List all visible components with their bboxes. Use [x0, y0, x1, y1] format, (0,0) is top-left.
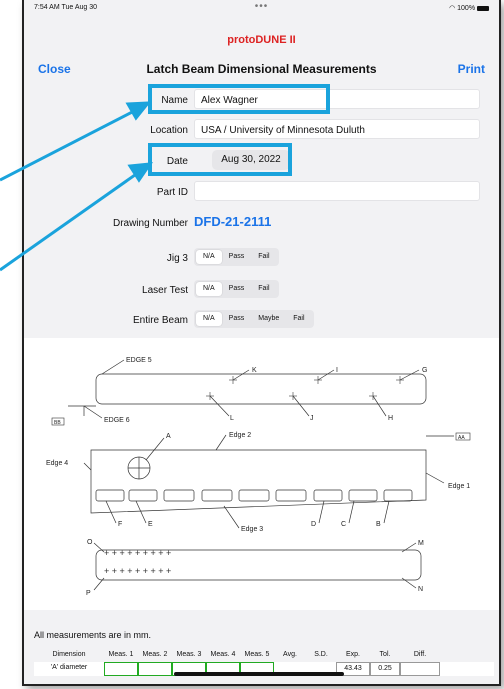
label-n: N: [418, 586, 423, 593]
entire-beam-row: Entire Beam N/A Pass Maybe Fail: [24, 309, 499, 331]
label-bb: BB: [54, 420, 61, 426]
wifi-icon: ◠: [449, 5, 458, 12]
label-k: K: [252, 367, 257, 374]
jig3-segmented-control[interactable]: N/A Pass Fail: [194, 248, 279, 266]
home-indicator[interactable]: [174, 672, 344, 676]
date-callout-box: [148, 143, 292, 176]
measurement-note: All measurements are in mm.: [34, 630, 152, 640]
label-edge3: Edge 3: [241, 526, 263, 533]
label-b: B: [376, 521, 381, 528]
label-c: C: [341, 521, 346, 528]
row-dimension: 'A' diameter: [50, 664, 88, 671]
label-f: F: [118, 521, 122, 528]
app-title: protoDUNE II: [227, 34, 296, 46]
laser-option-fail[interactable]: Fail: [251, 282, 276, 296]
meas2-input[interactable]: [138, 662, 172, 676]
jig3-label: Jig 3: [166, 253, 188, 264]
partid-label: Part ID: [156, 187, 188, 198]
name-callout-box: [148, 84, 330, 114]
battery-status: ◠ 100%: [449, 4, 489, 12]
multitasking-dots[interactable]: •••: [255, 1, 269, 12]
label-p: P: [86, 590, 91, 597]
header-sd: S.D.: [314, 651, 328, 658]
beam-technical-drawing: + + + + + + + + + + + + + + + + + + EDGE…: [24, 338, 499, 610]
label-d: D: [311, 521, 316, 528]
jig3-row: Jig 3 N/A Pass Fail: [24, 247, 499, 269]
label-e: E: [148, 521, 153, 528]
header-tol: Tol.: [379, 651, 391, 658]
entire-beam-segmented-control[interactable]: N/A Pass Maybe Fail: [194, 310, 314, 328]
beam-option-maybe[interactable]: Maybe: [251, 312, 286, 326]
partid-row: Part ID: [24, 181, 499, 203]
label-i: I: [336, 367, 338, 374]
laser-option-na[interactable]: N/A: [196, 282, 222, 296]
label-edge2: Edge 2: [229, 432, 251, 439]
jig3-option-pass[interactable]: Pass: [222, 250, 252, 264]
header-meas2: Meas. 2: [142, 651, 168, 658]
beam-option-pass[interactable]: Pass: [222, 312, 252, 326]
label-m: M: [418, 540, 424, 547]
laser-option-pass[interactable]: Pass: [222, 282, 252, 296]
drawing-number-value: DFD-21-2111: [194, 214, 272, 229]
header-exp: Exp.: [345, 651, 360, 658]
label-aa: AA: [458, 435, 465, 441]
header-meas4: Meas. 4: [210, 651, 236, 658]
laser-test-row: Laser Test N/A Pass Fail: [24, 279, 499, 301]
status-bar: 7:54 AM Tue Aug 30 ••• ◠ 100%: [24, 0, 499, 16]
print-button[interactable]: Print: [458, 62, 485, 76]
location-value: USA / University of Minnesota Duluth: [201, 125, 365, 136]
laser-test-segmented-control[interactable]: N/A Pass Fail: [194, 280, 279, 298]
drawing-svg: + + + + + + + + + + + + + + + + + + EDGE…: [46, 357, 471, 597]
label-a: A: [166, 433, 171, 440]
label-edge5: EDGE 5: [126, 357, 152, 364]
partid-field[interactable]: [194, 181, 480, 201]
table-header: Dimension Meas. 1 Meas. 2 Meas. 3 Meas. …: [34, 648, 494, 662]
header-avg: Avg.: [283, 651, 297, 658]
jig3-option-na[interactable]: N/A: [196, 250, 222, 264]
beam-option-fail[interactable]: Fail: [286, 312, 311, 326]
laser-test-label: Laser Test: [142, 285, 188, 296]
drawing-number-label: Drawing Number: [112, 218, 188, 229]
location-label: Location: [150, 125, 188, 136]
status-time: 7:54 AM Tue Aug 30: [34, 4, 98, 11]
battery-icon: [477, 5, 489, 11]
header-meas1: Meas. 1: [108, 651, 134, 658]
label-edge4: Edge 4: [46, 460, 68, 467]
beam-side-view: [90, 449, 427, 514]
page-title: Latch Beam Dimensional Measurements: [146, 62, 377, 76]
jig3-option-fail[interactable]: Fail: [251, 250, 276, 264]
nav-bar: Close Latch Beam Dimensional Measurement…: [24, 62, 499, 80]
label-g: G: [422, 367, 427, 374]
location-field[interactable]: USA / University of Minnesota Duluth: [194, 119, 480, 139]
location-row: Location USA / University of Minnesota D…: [24, 119, 499, 141]
label-edge6: EDGE 6: [104, 417, 130, 424]
header-meas5: Meas. 5: [244, 651, 270, 658]
label-edge1: Edge 1: [448, 483, 470, 490]
label-j: J: [310, 415, 314, 422]
entire-beam-label: Entire Beam: [132, 315, 188, 326]
svg-text:+ + + + +: + + + + + + + + +: [104, 566, 171, 576]
hole-mark-row: + + + + + + + + +: [104, 548, 171, 558]
label-h: H: [388, 415, 393, 422]
header-diff: Diff.: [413, 651, 427, 658]
label-l: L: [230, 415, 234, 422]
tol-value: 0.25: [370, 662, 400, 676]
diff-value: [400, 662, 440, 676]
beam-option-na[interactable]: N/A: [196, 312, 222, 326]
beam-top-view: [95, 373, 427, 405]
meas1-input[interactable]: [104, 662, 138, 676]
label-o: O: [87, 539, 93, 546]
header-dimension: Dimension: [52, 651, 86, 658]
drawing-number-row: Drawing Number DFD-21-2111: [24, 212, 499, 234]
header-meas3: Meas. 3: [176, 651, 202, 658]
